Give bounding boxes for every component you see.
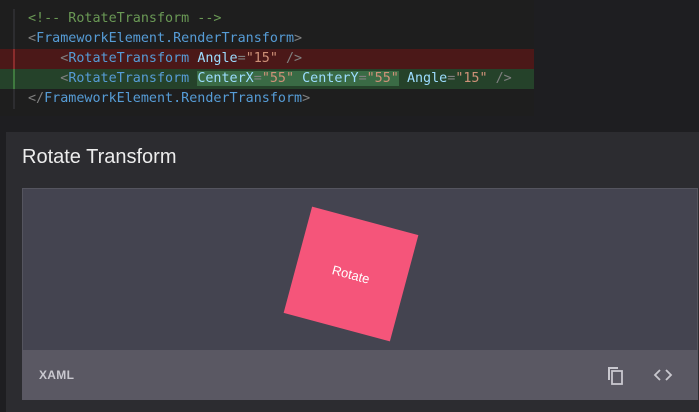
added-attr-angle: Angle — [406, 71, 448, 86]
source-language-label: XAML — [39, 368, 75, 382]
removed-tag-name: RotateTransform — [68, 51, 190, 66]
code-line-added: <RotateTransform CenterX="55" CenterY="5… — [0, 69, 534, 89]
sample-preview: Rotate — [22, 188, 698, 351]
line-gutter — [13, 29, 15, 49]
rotate-label: Rotate — [330, 261, 372, 287]
code-line-removed: <RotateTransform Angle="15" /> — [0, 49, 534, 69]
open-tag-name: FrameworkElement.RenderTransform — [36, 31, 295, 46]
code-line-open-tag: <FrameworkElement.RenderTransform> — [0, 29, 534, 49]
xml-comment: <!-- RotateTransform --> — [28, 11, 222, 26]
code-line-close-tag: </FrameworkElement.RenderTransform> — [0, 89, 534, 109]
line-gutter — [13, 69, 15, 89]
view-code-button[interactable] — [648, 360, 678, 390]
line-gutter — [13, 9, 15, 29]
line-gutter — [13, 89, 15, 109]
rotated-rectangle: Rotate — [283, 206, 419, 342]
source-code-bar[interactable]: XAML — [22, 350, 698, 400]
removed-attr-angle: Angle — [197, 51, 238, 66]
sample-title: Rotate Transform — [22, 146, 177, 168]
code-diff-panel: <!-- RotateTransform --> <FrameworkEleme… — [0, 0, 534, 116]
sample-card: Rotate Transform Rotate XAML — [6, 132, 699, 412]
copy-button[interactable] — [600, 360, 630, 390]
line-gutter — [13, 49, 15, 69]
added-attr-centerx: CenterX — [197, 71, 254, 86]
added-val-centerx: "55" — [261, 71, 295, 86]
removed-val-angle: "15" — [245, 51, 278, 66]
added-val-centery: "55" — [366, 71, 399, 86]
code-icon — [653, 369, 673, 381]
added-val-angle: "15" — [455, 71, 488, 86]
copy-icon — [608, 367, 623, 385]
close-tag-name: FrameworkElement.RenderTransform — [44, 91, 303, 106]
added-attr-centery: CenterY — [302, 71, 359, 86]
code-line-comment: <!-- RotateTransform --> — [0, 9, 534, 29]
added-tag-name: RotateTransform — [68, 71, 190, 86]
